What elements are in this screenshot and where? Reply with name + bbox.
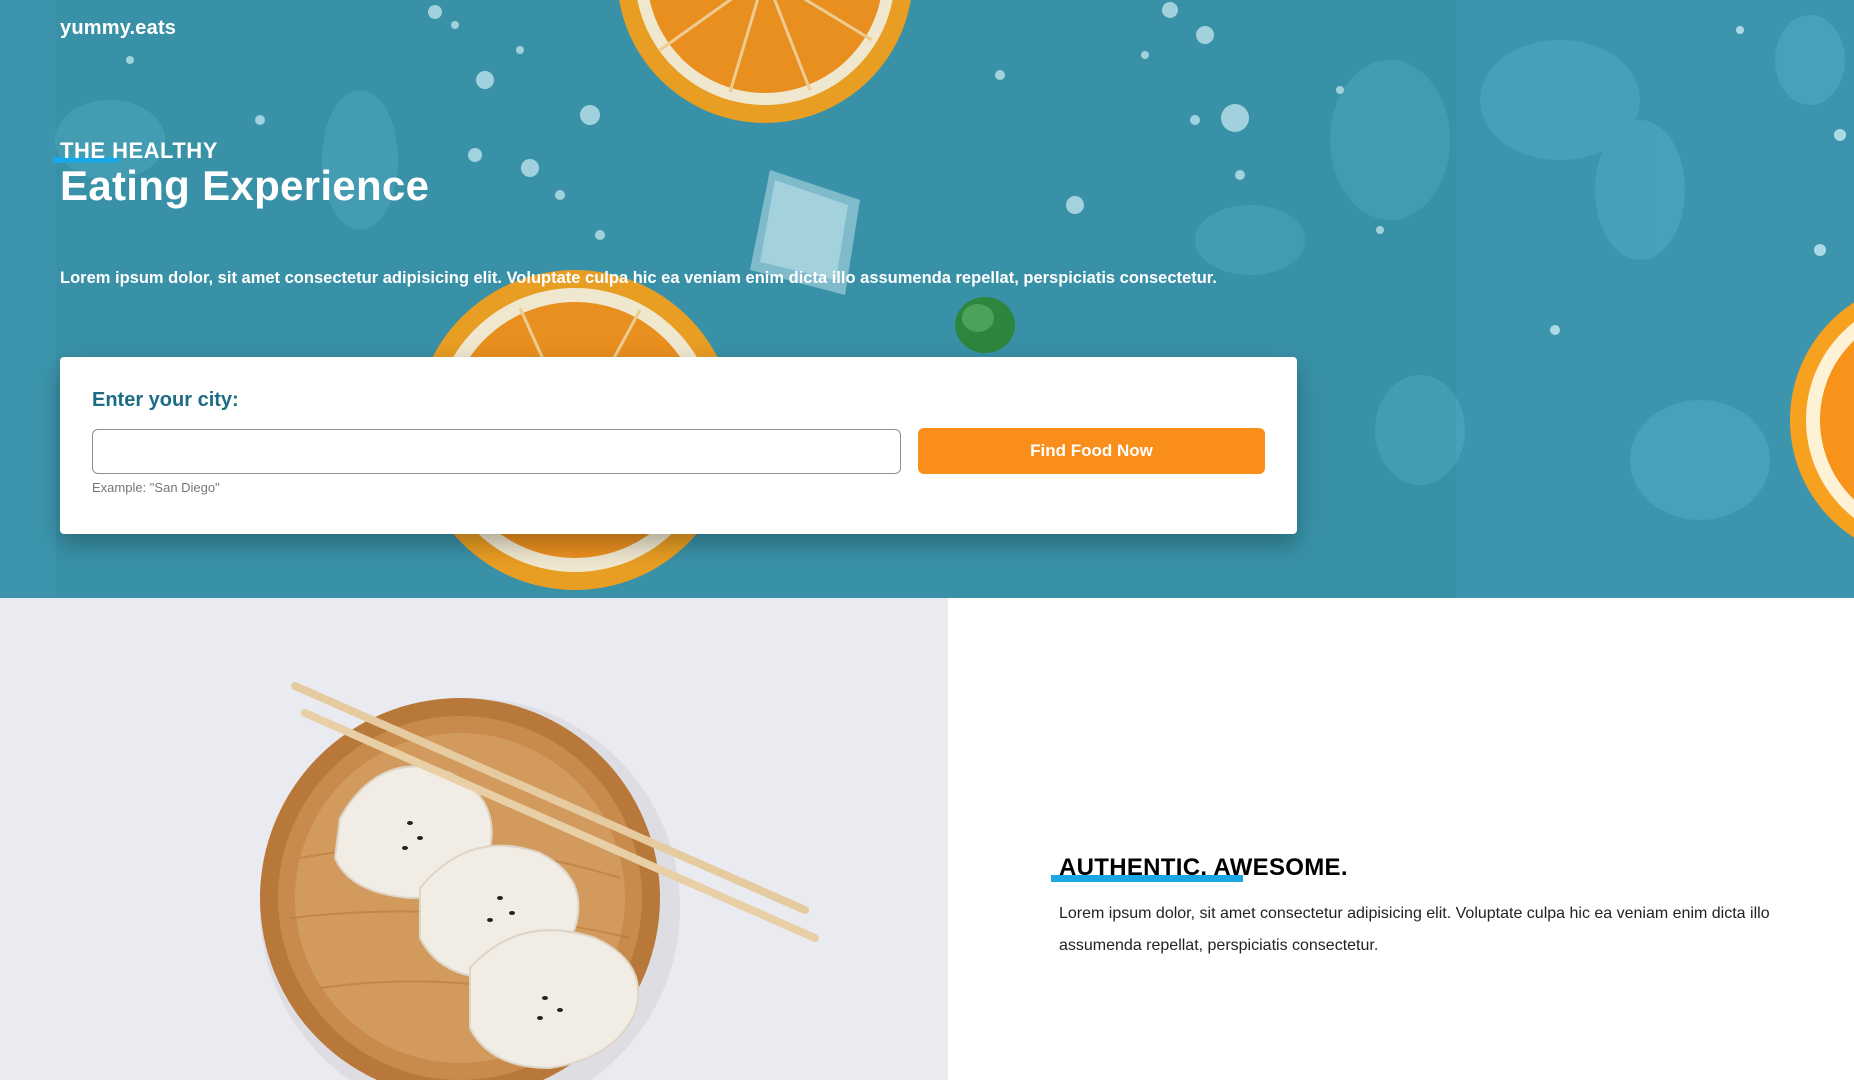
hero-description: Lorem ipsum dolor, sit amet consectetur … <box>60 269 1217 287</box>
hero-title: Eating Experience <box>60 162 430 209</box>
find-food-button[interactable]: Find Food Now <box>918 428 1265 474</box>
city-input-hint: Example: "San Diego" <box>92 480 220 495</box>
brand-logo[interactable]: yummy.eats <box>60 17 176 40</box>
feature-heading-group: AUTHENTIC. AWESOME. <box>1051 854 1348 882</box>
city-search-card: Enter your city: Find Food Now Example: … <box>60 357 1297 534</box>
city-input[interactable] <box>92 429 901 474</box>
hero-eyebrow-group: THE HEALTHY <box>53 138 218 164</box>
feature-heading: AUTHENTIC. AWESOME. <box>1059 854 1348 881</box>
hero-section: yummy.eats THE HEALTHY Eating Experience… <box>0 0 1854 598</box>
feature-description: Lorem ipsum dolor, sit amet consectetur … <box>1059 905 1770 954</box>
hero-eyebrow: THE HEALTHY <box>60 138 218 163</box>
feature-text-panel: AUTHENTIC. AWESOME. Lorem ipsum dolor, s… <box>948 598 1854 1080</box>
city-input-label: Enter your city: <box>92 389 239 411</box>
feature-image-panel <box>0 598 948 1080</box>
dumplings-photo <box>0 598 948 1080</box>
